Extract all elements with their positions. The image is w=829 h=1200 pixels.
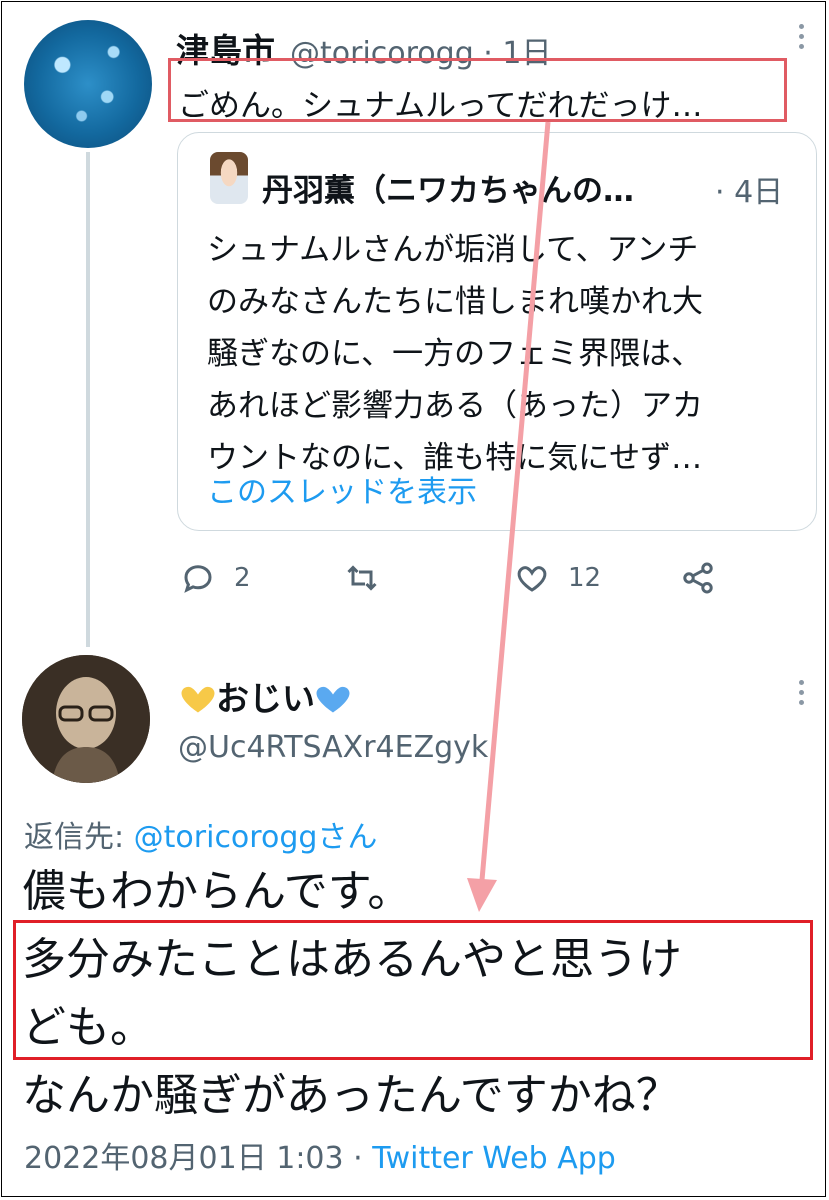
share-icon: [683, 562, 713, 594]
quote-body: シュナムルさんが垢消して、アンチ のみなさんたちに惜しまれ嘆かれ大 騒ぎなのに、…: [207, 224, 787, 484]
avatar-ojii-image: [22, 655, 150, 783]
quote-avatar: [210, 152, 248, 204]
highlight-box-tweet2: [13, 920, 813, 1060]
more-icon[interactable]: [791, 680, 811, 710]
tweet2-line: なんか騒ぎがあったんですかね？: [22, 1070, 680, 1121]
retweet-icon: [347, 565, 377, 591]
reply-button[interactable]: 2: [180, 560, 251, 596]
tweet2-name-text: おじい: [216, 679, 315, 718]
tweet2-line: 儂もわからんです。: [22, 866, 412, 917]
tweet2-meta: 2022年08月01日 1:03 · Twitter Web App: [24, 1133, 616, 1177]
quote-line: あれほど影響力ある（あった）アカ: [207, 388, 703, 424]
tweet2-timestamp: 2022年08月01日 1:03 ·: [24, 1141, 373, 1176]
highlight-box-tweet1: [168, 58, 787, 122]
like-count: 12: [568, 563, 602, 593]
thread-connector: [86, 152, 90, 647]
reply-icon: [184, 565, 212, 593]
quote-line: のみなさんたちに惜しまれ嘆かれ大: [207, 284, 703, 320]
tweet2-display-name[interactable]: おじい: [180, 672, 351, 720]
like-icon: [517, 566, 547, 592]
tweet2-source-app[interactable]: Twitter Web App: [372, 1141, 616, 1176]
blue-heart-icon: [316, 686, 350, 713]
share-button[interactable]: [680, 560, 716, 596]
more-icon[interactable]: [791, 24, 811, 54]
quote-line: シュナムルさんが垢消して、アンチ: [207, 232, 699, 268]
yellow-heart-icon: [181, 686, 215, 713]
quote-time: · 4日: [715, 175, 784, 210]
reply-count: 2: [234, 563, 251, 593]
avatar-ojii[interactable]: [22, 655, 150, 783]
show-thread-link[interactable]: このスレッドを表示: [207, 467, 477, 511]
reply-prefix: 返信先:: [24, 820, 134, 855]
retweet-button[interactable]: [344, 560, 398, 596]
avatar-tsushima[interactable]: [24, 20, 152, 148]
like-button[interactable]: 12: [514, 560, 601, 596]
quote-display-name: 丹羽薫（ニワカちゃんの…: [262, 173, 634, 209]
quote-line: 騒ぎなのに、一方のフェミ界隈は、: [207, 336, 703, 372]
reply-to-line: 返信先: @toricoroggさん: [24, 812, 377, 856]
tweet2-handle[interactable]: @Uc4RTSAXr4EZgyk: [178, 730, 488, 765]
reply-mention-link[interactable]: @toricoroggさん: [134, 820, 378, 855]
